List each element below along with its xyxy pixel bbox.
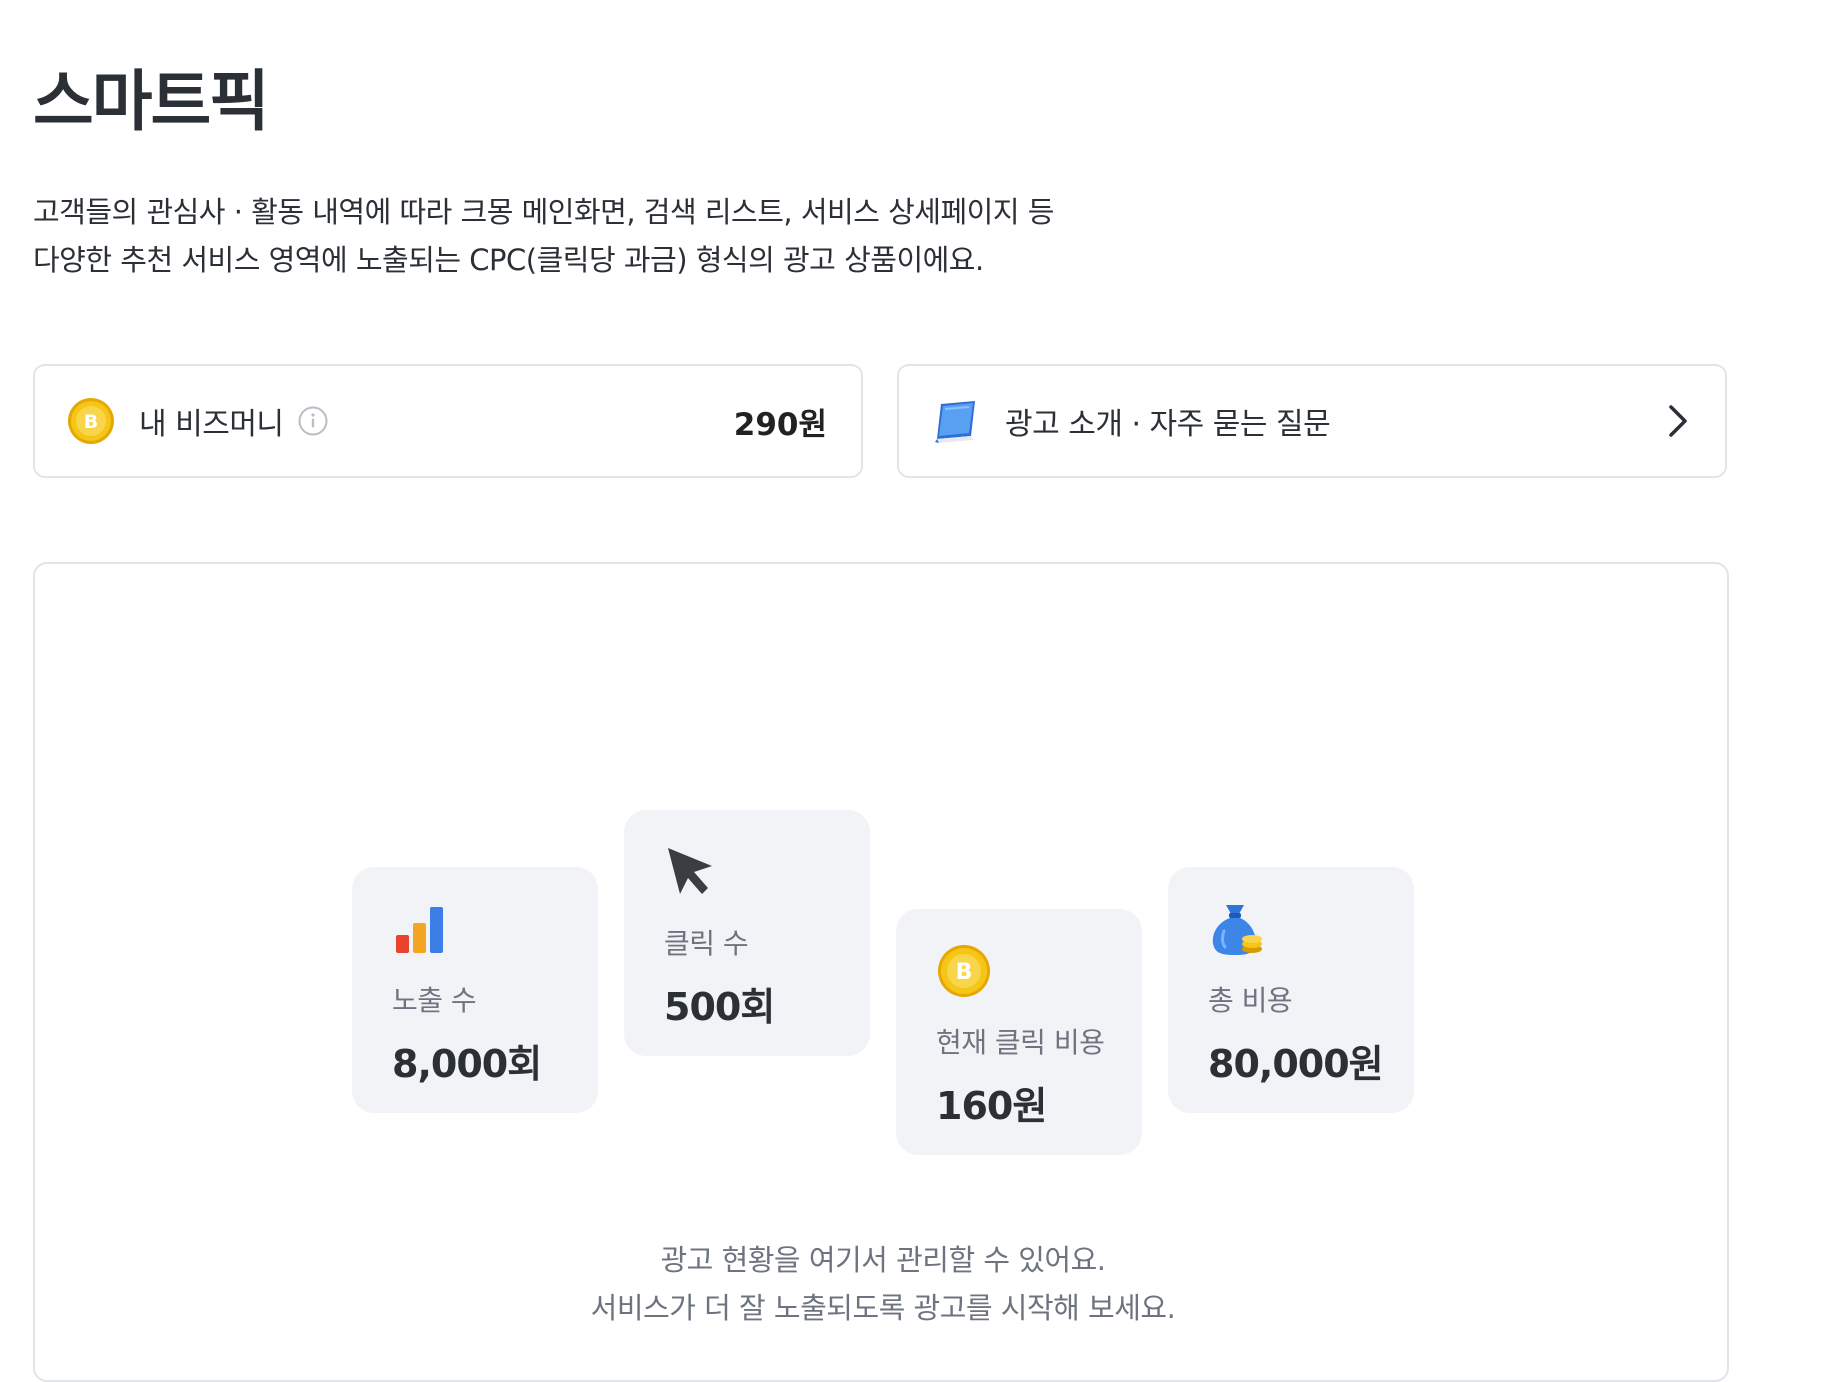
smartpick-page: 스마트픽 고객들의 관심사 · 활동 내역에 따라 크몽 메인화면, 검색 리스… [33, 0, 1733, 1382]
faq-label: 광고 소개 · 자주 묻는 질문 [1005, 407, 1331, 442]
clicks-value: 500회 [664, 985, 775, 1029]
description-line-1: 고객들의 관심사 · 활동 내역에 따라 크몽 메인화면, 검색 리스트, 서비… [33, 195, 1054, 229]
svg-text:B: B [956, 960, 973, 985]
impressions-label: 노출 수 [392, 984, 477, 1017]
clicks-card: 클릭 수 500회 [624, 810, 870, 1056]
chevron-right-icon [1665, 401, 1691, 441]
current-cpc-label: 현재 클릭 비용 [936, 1026, 1105, 1059]
bizmoney-coin-icon: B [938, 945, 990, 997]
empty-state-message: 광고 현황을 여기서 관리할 수 있어요. 서비스가 더 잘 노출되도록 광고를… [35, 1236, 1731, 1332]
empty-state-line-2: 서비스가 더 잘 노출되도록 광고를 시작해 보세요. [590, 1291, 1176, 1325]
page-description: 고객들의 관심사 · 활동 내역에 따라 크몽 메인화면, 검색 리스트, 서비… [33, 188, 1333, 284]
total-cost-value: 80,000원 [1208, 1042, 1384, 1086]
svg-text:B: B [84, 411, 98, 433]
empty-state-line-1: 광고 현황을 여기서 관리할 수 있어요. [660, 1243, 1106, 1277]
bizmoney-coin-icon: B [68, 398, 114, 444]
total-cost-card: 총 비용 80,000원 [1168, 867, 1414, 1113]
impressions-value: 8,000회 [392, 1042, 542, 1086]
bar-chart-icon [396, 907, 443, 953]
cursor-icon [668, 848, 712, 894]
current-cpc-value: 160원 [936, 1084, 1047, 1128]
money-bag-icon [1212, 905, 1262, 955]
info-icon[interactable] [298, 406, 328, 436]
book-icon [935, 401, 975, 443]
impressions-card: 노출 수 8,000회 [352, 867, 598, 1113]
ad-intro-faq-link[interactable]: 광고 소개 · 자주 묻는 질문 [897, 364, 1727, 478]
total-cost-label: 총 비용 [1208, 984, 1293, 1017]
current-cpc-card: B 현재 클릭 비용 160원 [896, 909, 1142, 1155]
clicks-label: 클릭 수 [664, 927, 749, 960]
page-title: 스마트픽 [33, 63, 270, 140]
ad-stats-panel: 노출 수 8,000회 클릭 수 500회 B 현재 클릭 비용 160원 총 … [33, 562, 1729, 1382]
bizmoney-balance: 290원 [733, 406, 827, 443]
bizmoney-card: B 내 비즈머니 290원 [33, 364, 863, 478]
description-line-2: 다양한 추천 서비스 영역에 노출되는 CPC(클릭당 과금) 형식의 광고 상… [33, 243, 984, 277]
bizmoney-label: 내 비즈머니 [139, 407, 284, 442]
